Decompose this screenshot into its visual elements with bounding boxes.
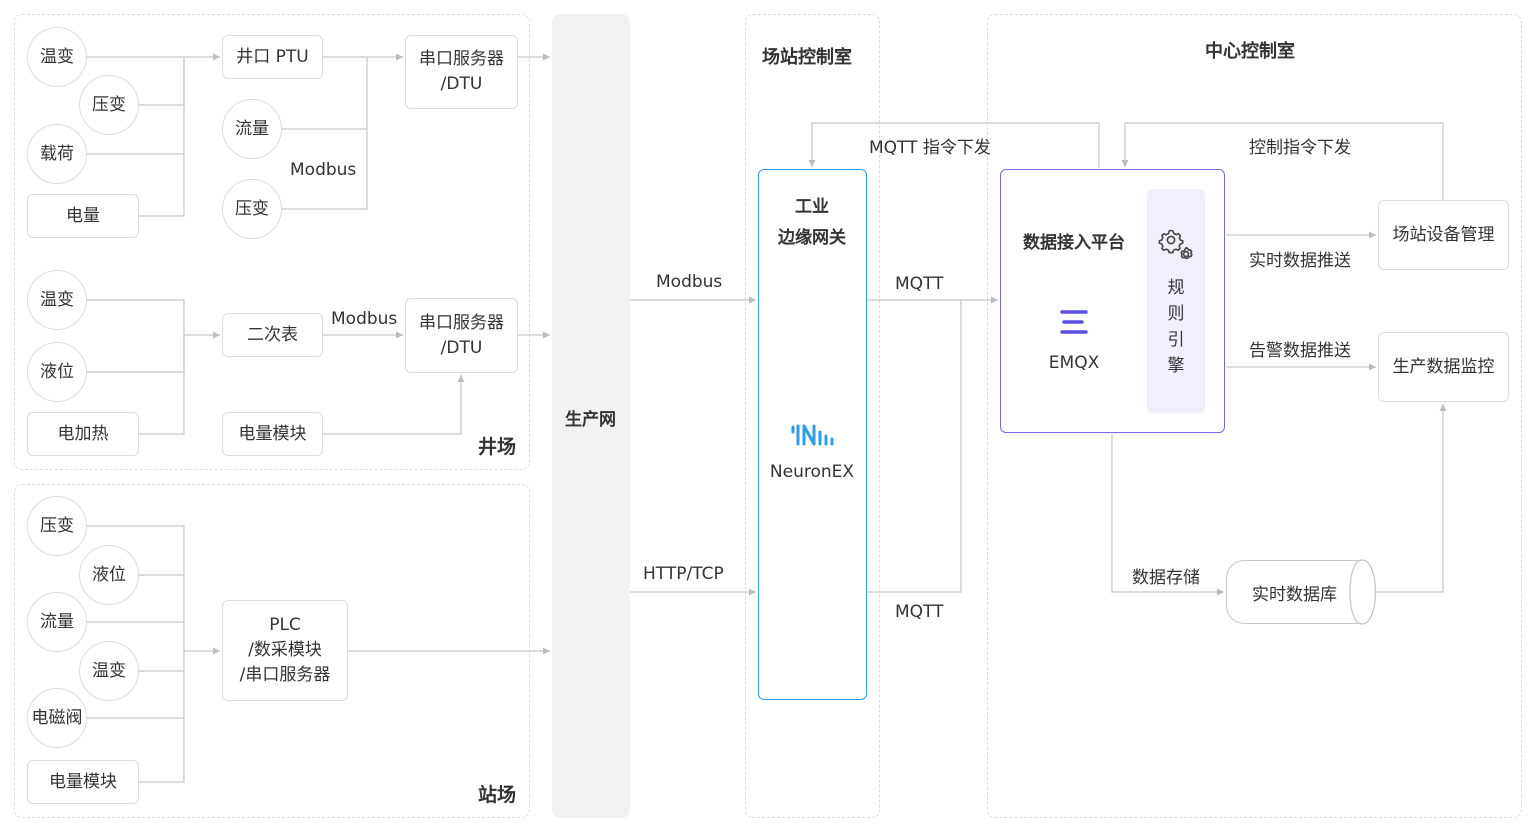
rule-engine-char-1: 规 (1167, 278, 1185, 298)
rule-engine-char-2: 则 (1167, 304, 1185, 324)
well-pressure-sensor: 压变 (79, 75, 139, 135)
rule-engine-char-4: 擎 (1167, 356, 1185, 376)
gear-icon (1157, 227, 1195, 263)
well-load-sensor: 载荷 (27, 124, 87, 184)
station-temp-sensor: 温变 (79, 641, 139, 701)
realtime-database-cylinder: 实时数据库 (1226, 560, 1362, 624)
realtime-database-label: 实时数据库 (1252, 584, 1337, 605)
well-temp-sensor-2: 温变 (27, 270, 87, 330)
data-storage-label: 数据存储 (1132, 568, 1200, 588)
well-pressure-sensor-2: 压变 (222, 179, 282, 239)
mqtt-label-2: MQTT (895, 602, 944, 622)
rule-engine-panel: 规 则 引 擎 (1147, 189, 1205, 413)
station-power-module-box: 电量模块 (27, 760, 139, 804)
station-solenoid-valve: 电磁阀 (27, 688, 87, 748)
emqx-label: EMQX (1048, 353, 1100, 373)
well-heater-box: 电加热 (27, 412, 139, 456)
well-modbus-label: Modbus (290, 160, 357, 180)
platform-title: 数据接入平台 (1023, 233, 1125, 253)
edge-gateway-box: 工业 边缘网关 NeuronEX (758, 169, 867, 700)
production-network-label: 生产网 (565, 410, 616, 430)
well-serial-server-1: 串口服务器 /DTU (405, 35, 518, 109)
edge-http-label: HTTP/TCP (643, 564, 724, 584)
station-flow-sensor: 流量 (27, 592, 87, 652)
well-power-box: 电量 (27, 194, 139, 238)
well-serial-server-2: 串口服务器 /DTU (405, 298, 518, 373)
emqx-logo-icon (1058, 308, 1090, 336)
architecture-diagram: 温变 压变 载荷 电量 井口 PTU 流量 压变 Modbus 串口服务器 /D… (0, 0, 1536, 831)
well-power-module-box: 电量模块 (222, 412, 323, 456)
station-pressure-sensor: 压变 (27, 496, 87, 556)
rule-engine-label: 规 则 引 擎 (1147, 275, 1205, 379)
station-title: 站场 (478, 784, 517, 806)
neuronex-label: NeuronEX (769, 462, 855, 482)
station-level-sensor: 液位 (79, 545, 139, 605)
well-temp-sensor: 温变 (27, 27, 87, 87)
production-monitoring-box: 生产数据监控 (1378, 332, 1509, 402)
well-flow-sensor: 流量 (222, 99, 282, 159)
neuronex-logo-icon (790, 422, 836, 448)
secondary-meter-box: 二次表 (222, 313, 323, 357)
rule-engine-char-3: 引 (1167, 330, 1185, 350)
site-control-room-title: 场站控制室 (762, 47, 852, 68)
well-site-title: 井场 (478, 436, 517, 458)
edge-gateway-title: 工业 边缘网关 (778, 197, 846, 248)
alarm-push-label: 告警数据推送 (1249, 341, 1351, 361)
wellhead-ptu-box: 井口 PTU (222, 35, 323, 79)
data-access-platform-box: 数据接入平台 EMQX 规 则 引 擎 (1000, 169, 1225, 433)
mqtt-label-1: MQTT (895, 274, 944, 294)
plc-box: PLC /数采模块 /串口服务器 (222, 600, 348, 701)
control-command-down-label: 控制指令下发 (1249, 138, 1351, 158)
well-level-sensor: 液位 (27, 342, 87, 402)
realtime-push-label: 实时数据推送 (1249, 251, 1351, 271)
center-control-room-title: 中心控制室 (1205, 41, 1295, 62)
site-device-management-box: 场站设备管理 (1378, 200, 1509, 270)
mqtt-command-down-label: MQTT 指令下发 (869, 138, 991, 158)
well-modbus-label-2: Modbus (331, 309, 398, 329)
edge-modbus-label: Modbus (656, 272, 723, 292)
